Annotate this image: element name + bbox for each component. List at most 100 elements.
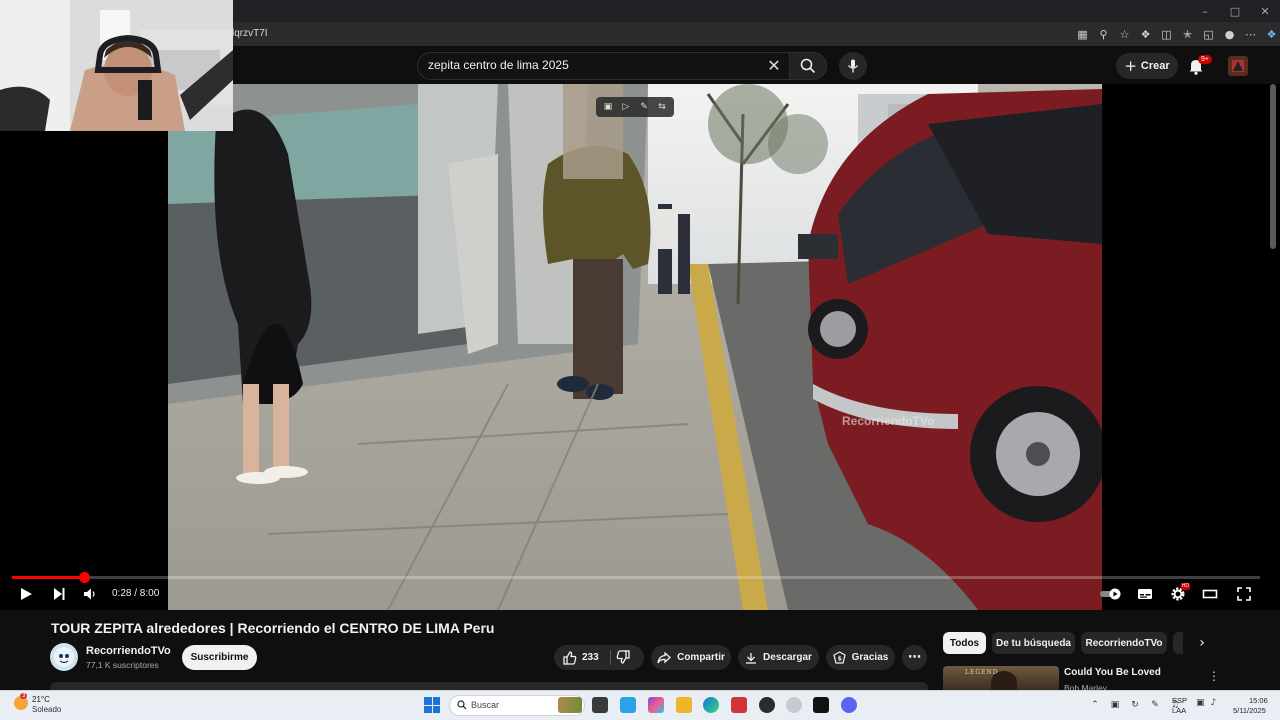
thumbs-down-icon [616, 650, 630, 664]
input-layout[interactable]: LAA [1172, 706, 1186, 715]
profile-icon[interactable]: ● [1221, 25, 1238, 43]
browser-toolbar-icons: ▦ ⚲ ☆ ❖ ◫ ✭ ◱ ● ⋯ ❖ [1074, 25, 1280, 43]
extensions-icon[interactable]: ❖ [1137, 25, 1154, 43]
chip-todos[interactable]: Todos [943, 632, 986, 654]
recommendation-channel[interactable]: Bob Marley [1064, 683, 1107, 690]
input-language[interactable]: ESP [1172, 696, 1187, 705]
task-view-icon[interactable] [592, 697, 608, 713]
speaker-icon: ♪ [1210, 698, 1217, 708]
share-button[interactable]: Compartir [651, 645, 731, 670]
captions-button[interactable] [1132, 584, 1158, 604]
tray-sync-icon[interactable]: ↻ [1128, 700, 1142, 710]
browser-menu-icon[interactable]: ⋯ [1242, 25, 1259, 43]
taskbar-search-placeholder: Buscar [471, 700, 500, 710]
captions-icon [1138, 589, 1152, 599]
description-box[interactable] [50, 682, 928, 690]
file-explorer-icon[interactable] [676, 697, 692, 713]
theater-mode-button[interactable] [1197, 584, 1223, 604]
copilot-app-icon[interactable] [648, 697, 664, 713]
play-button[interactable] [13, 584, 39, 604]
download-button[interactable]: Descargar [738, 645, 819, 670]
play-icon [21, 588, 32, 600]
subscriber-count: 77,1 K suscriptores [86, 660, 159, 670]
chip-more[interactable] [1173, 632, 1183, 654]
chevron-right-icon[interactable]: › [1192, 633, 1212, 653]
dislike-button[interactable] [616, 650, 630, 667]
tray-app-icon[interactable]: ▣ [1108, 700, 1122, 710]
next-icon [54, 588, 65, 600]
minimize-icon[interactable]: – [1190, 0, 1220, 22]
more-vertical-icon[interactable]: ⋮ [1206, 668, 1222, 684]
like-divider [610, 650, 611, 665]
page-scrollbar[interactable] [1270, 84, 1276, 249]
like-button[interactable]: 233 [563, 650, 599, 665]
network-volume-battery[interactable]: ▣ ♪ [1196, 698, 1216, 708]
favorite-star-icon[interactable]: ☆ [1116, 25, 1133, 43]
channel-name[interactable]: RecorriendoTVo [86, 645, 171, 657]
create-button[interactable]: + Crear [1116, 53, 1178, 79]
search-input-value: zepita centro de lima 2025 [428, 58, 569, 72]
recommendation-title[interactable]: Could You Be Loved [1064, 667, 1161, 678]
account-avatar[interactable] [1228, 56, 1248, 76]
tray-chevron-up-icon[interactable]: ⌃ [1088, 700, 1102, 710]
plus-icon: + [1124, 57, 1137, 75]
weather-description: Soleado [32, 705, 62, 714]
settings-button[interactable]: HD [1165, 583, 1191, 604]
tray-pen-icon[interactable]: ✎ [1148, 700, 1162, 710]
widgets-icon[interactable] [620, 697, 636, 713]
split-screen-icon[interactable]: ◫ [1158, 25, 1175, 43]
fullscreen-button[interactable] [1231, 584, 1257, 604]
discord-icon[interactable] [841, 697, 857, 713]
progress-track[interactable] [12, 576, 1260, 579]
volume-icon [84, 588, 95, 600]
translate-icon[interactable]: ⇆ [655, 100, 670, 114]
chip-from-search[interactable]: De tu búsqueda [992, 632, 1075, 654]
edge-browser-icon[interactable] [703, 697, 719, 713]
collections-icon[interactable]: ◱ [1200, 25, 1217, 43]
apps-icon[interactable]: ▦ [1074, 25, 1091, 43]
volume-button[interactable] [77, 584, 103, 604]
clock-date[interactable]: 5/11/2025 [1233, 706, 1266, 715]
clear-search-icon[interactable]: ✕ [764, 55, 784, 75]
recommendation-thumbnail[interactable]: LEGEND [943, 666, 1059, 690]
search-button[interactable] [789, 52, 827, 80]
capcut-icon[interactable] [813, 697, 829, 713]
video-frame[interactable] [168, 84, 1102, 610]
share-label: Compartir [677, 652, 725, 663]
notifications-badge: 9+ [1198, 55, 1212, 64]
wps-office-icon[interactable] [731, 697, 747, 713]
zoom-icon[interactable]: ⚲ [1095, 25, 1112, 43]
thumbs-up-icon [563, 650, 577, 665]
super-thanks-icon: $ [832, 651, 846, 664]
autoplay-toggle[interactable] [1097, 584, 1125, 604]
like-count: 233 [582, 652, 599, 663]
edit-overlay-icon[interactable]: ✎ [637, 100, 652, 114]
clock-time[interactable]: 15:06 [1249, 696, 1268, 705]
next-button[interactable] [46, 584, 72, 604]
search-highlight-icon[interactable] [558, 697, 582, 713]
subscribe-button[interactable]: Suscribirme [182, 645, 257, 670]
channel-avatar[interactable] [50, 643, 78, 671]
more-actions-button[interactable]: ⋯ [902, 645, 927, 670]
thanks-button[interactable]: $ Gracias [826, 645, 895, 670]
fullscreen-icon [1237, 587, 1251, 601]
progress-scrubber[interactable] [79, 572, 90, 583]
maximize-icon[interactable]: □ [1220, 0, 1250, 22]
chip-channel[interactable]: RecorriendoTVo [1081, 632, 1167, 654]
favorites-icon[interactable]: ✭ [1179, 25, 1196, 43]
steam-icon[interactable] [786, 697, 802, 713]
like-dislike-group: 233 [554, 645, 644, 670]
url-field[interactable]: lqrzvT7I [226, 25, 1016, 43]
video-capture-icon[interactable]: ▷ [619, 100, 634, 114]
picture-in-picture-icon[interactable]: ▣ [601, 100, 616, 114]
windows-start-icon[interactable] [424, 697, 440, 713]
share-icon [657, 651, 672, 663]
copilot-icon[interactable]: ❖ [1263, 25, 1280, 43]
system-tray: ⌃ ▣ ↻ ✎ ♫ [1088, 695, 1182, 715]
voice-search-button[interactable] [839, 52, 867, 80]
obs-studio-icon[interactable] [759, 697, 775, 713]
close-window-icon[interactable]: ✕ [1250, 0, 1280, 22]
theater-mode-icon [1202, 589, 1218, 599]
webcam-overlay [0, 0, 233, 131]
weather-temperature[interactable]: 21°C [32, 695, 50, 704]
